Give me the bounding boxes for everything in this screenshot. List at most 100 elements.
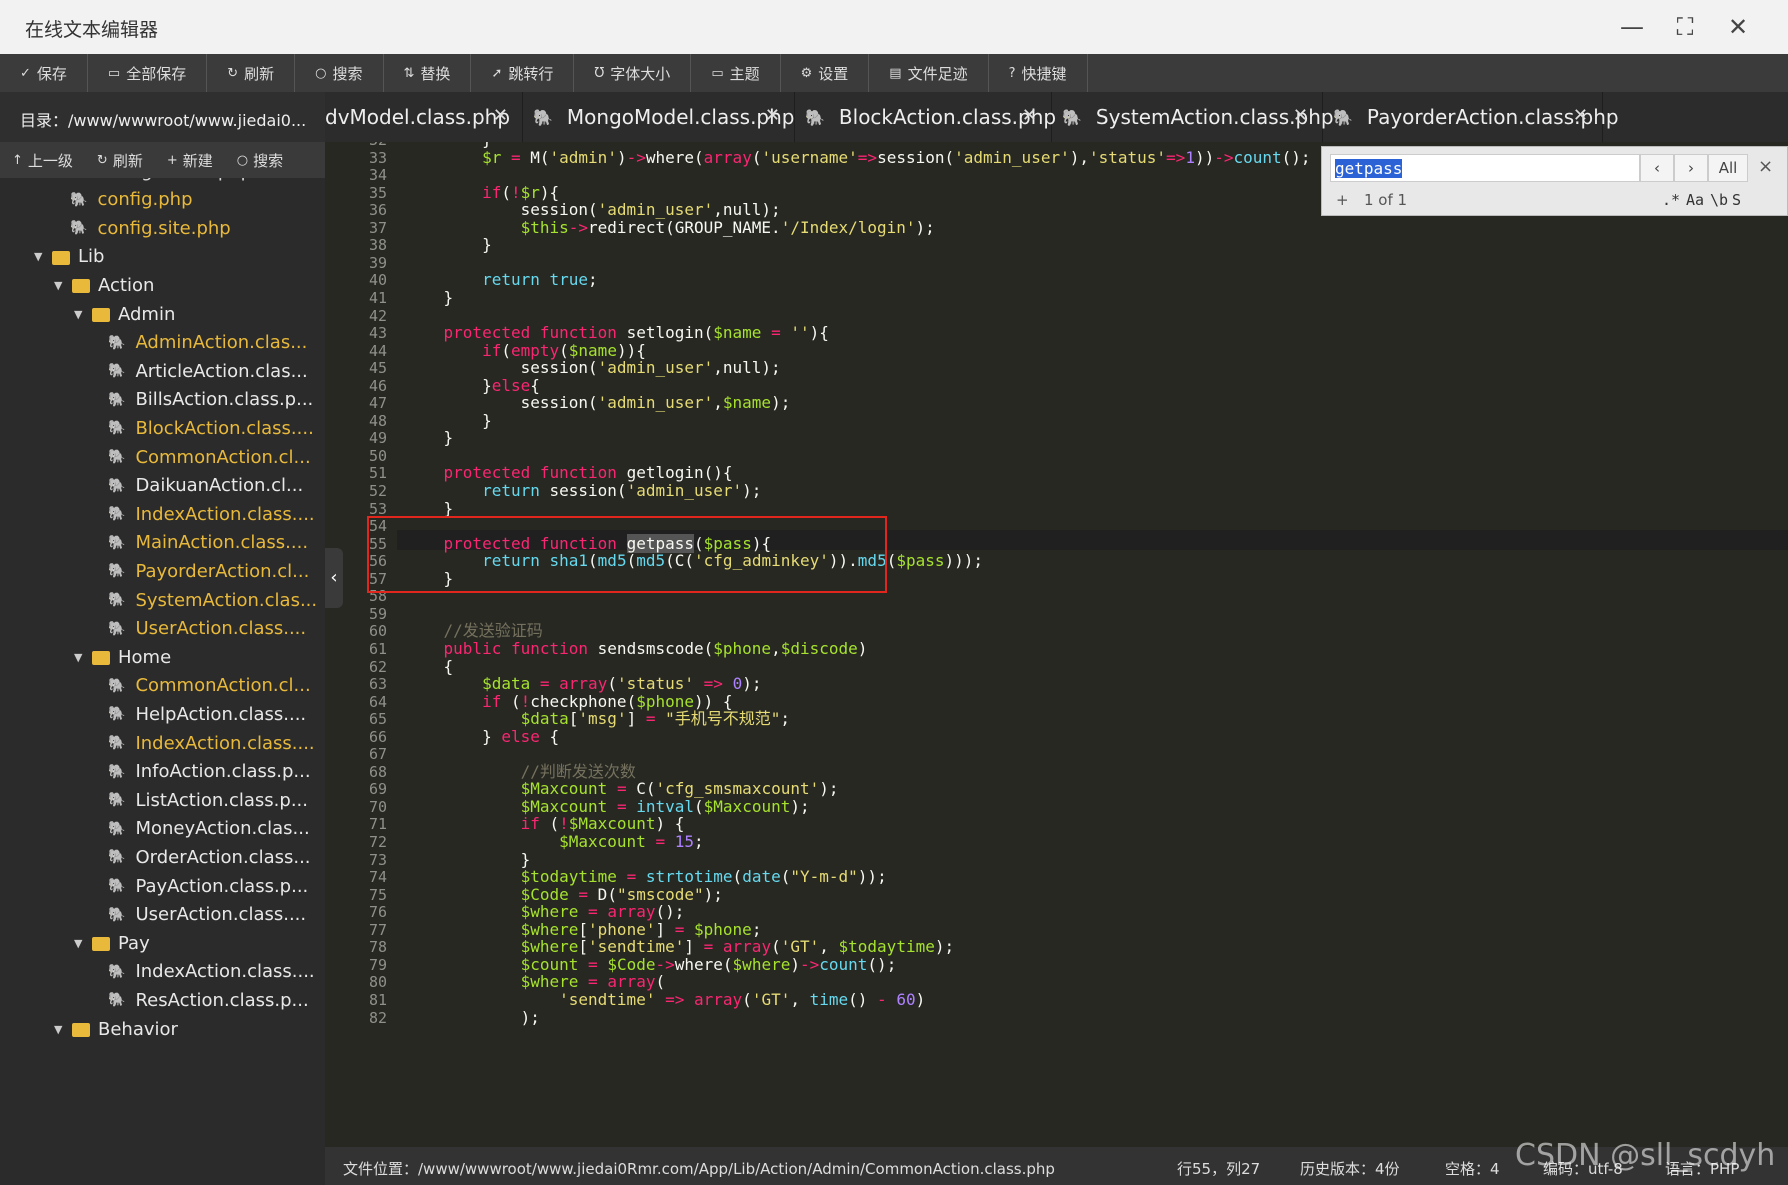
tree-item[interactable]: ▼ Lib [34, 242, 104, 272]
tree-item-label: Action [98, 274, 155, 296]
sidebar-search-button[interactable]: ○ 搜索 [225, 142, 295, 178]
tree-item[interactable]: 🐘 IndexAction.class.... [108, 499, 315, 529]
php-file-icon: 🐘 [108, 592, 126, 608]
case-sensitive-toggle[interactable]: Aa [1686, 191, 1704, 209]
toolbar-search-button[interactable]: ○ 搜索 [295, 54, 384, 92]
toolbar-font-size-button[interactable]: Ʊ 字体大小 [574, 54, 692, 92]
tree-item[interactable]: ▼ Home [74, 642, 171, 672]
expand-arrow-icon[interactable]: ▼ [34, 250, 52, 263]
toolbar-save-all-button[interactable]: ▭ 全部保存 [88, 54, 208, 92]
search-next-button[interactable]: › [1674, 154, 1708, 182]
search-prev-button[interactable]: ‹ [1640, 154, 1674, 182]
tree-item[interactable]: 🐘 AdminAction.clas... [108, 328, 307, 358]
tree-item[interactable]: 🐘 ListAction.class.p... [108, 785, 308, 815]
tree-item[interactable]: 🐘 CommonAction.cl... [108, 442, 311, 472]
search-input[interactable]: getpass [1330, 154, 1640, 182]
tree-item[interactable]: 🐘 config.php [70, 185, 193, 215]
toolbar-theme-button[interactable]: ▭ 主题 [691, 54, 781, 92]
tab-3[interactable]: 🐘 SystemAction.class.php ✕ [1052, 92, 1334, 142]
sidebar-up-label: 上一级 [27, 151, 73, 170]
tree-item[interactable]: 🐘 ArticleAction.clas... [108, 356, 308, 386]
tree-item[interactable]: ▼ Behavior [54, 1014, 178, 1044]
expand-arrow-icon[interactable]: ▼ [74, 308, 92, 321]
tree-item[interactable]: 🐘 HelpAction.class.... [108, 699, 306, 729]
folder-icon [92, 308, 110, 322]
tree-item[interactable]: 🐘 SystemAction.clas... [108, 585, 317, 615]
replace-toggle-button[interactable]: + [1336, 191, 1349, 209]
code-line[interactable]: } [405, 288, 454, 308]
toolbar-replace-button[interactable]: ⇅ 替换 [384, 54, 472, 92]
tab-close-icon[interactable]: ✕ [765, 105, 780, 126]
php-file-icon: 🐘 [805, 107, 825, 127]
sidebar-refresh-button[interactable]: ↻ 刷新 [85, 142, 155, 178]
cursor-position[interactable]: 行55，列27 [1177, 1158, 1260, 1179]
tab-2[interactable]: 🐘 BlockAction.class.php ✕ [795, 92, 1056, 142]
tree-item[interactable]: 🐘 BillsAction.class.p... [108, 385, 313, 415]
expand-arrow-icon[interactable]: ▼ [74, 937, 92, 950]
tree-item[interactable]: 🐘 DaikuanAction.cl... [108, 471, 303, 501]
toolbar-goto-line-button[interactable]: ➚ 跳转行 [471, 54, 575, 92]
php-file-icon: 🐘 [108, 563, 126, 580]
tree-item[interactable]: 🐘 IndexAction.class.... [108, 957, 315, 987]
minimize-button[interactable]: — [1612, 8, 1652, 46]
tab-close-icon[interactable]: ✕ [1573, 105, 1588, 126]
toolbar-save-button[interactable]: ✓ 保存 [0, 54, 88, 92]
maximize-button[interactable]: ⛶ [1665, 8, 1705, 46]
tree-item[interactable]: 🐘 ResAction.class.p... [108, 985, 309, 1015]
tree-item[interactable]: 🐘 PayorderAction.cl... [108, 556, 309, 586]
tree-item[interactable]: ▼ Pay [74, 928, 150, 958]
tree-item[interactable]: 🐘 CommonAction.cl... [108, 671, 311, 701]
tree-item[interactable]: 🐘 IndexAction.class.... [108, 728, 315, 758]
regex-toggle[interactable]: .* [1662, 191, 1680, 209]
code-area[interactable]: } $r = M('admin')->where(array('username… [397, 142, 1788, 1147]
code-line[interactable]: } else { [405, 727, 559, 747]
tree-item[interactable]: 🐘 MoneyAction.clas... [108, 814, 310, 844]
tree-item[interactable]: ▼ Action [54, 270, 154, 300]
expand-arrow-icon[interactable]: ▼ [54, 279, 72, 292]
sidebar-new-button[interactable]: + 新建 [155, 142, 225, 178]
tree-item[interactable]: 🐘 OrderAction.class... [108, 842, 311, 872]
collapse-sidebar-icon[interactable]: ‹ [325, 548, 343, 608]
search-close-button[interactable]: × [1758, 156, 1773, 177]
tree-item[interactable]: ▼ Admin [74, 299, 175, 329]
tree-item[interactable]: 🐘 UserAction.class.... [108, 900, 306, 930]
search-all-button[interactable]: All [1708, 154, 1748, 182]
sidebar-up-button[interactable]: ↑ 上一级 [0, 142, 85, 178]
code-editor[interactable]: 3233343536373839404142434445464748495051… [325, 142, 1788, 1147]
toolbar-shortcuts-button[interactable]: ? 快捷键 [989, 54, 1088, 92]
toolbar-settings-button[interactable]: ⚙ 设置 [781, 54, 870, 92]
in-selection-toggle[interactable]: S [1732, 191, 1741, 209]
folder-icon [92, 937, 110, 952]
tree-item[interactable]: 🐘 config.site.php [70, 213, 231, 243]
tab-4[interactable]: 🐘 PayorderAction.class.php ✕ [1323, 92, 1619, 142]
code-line[interactable]: return session('admin_user'); [405, 481, 761, 501]
toolbar-file-history-button[interactable]: ▤ 文件足迹 [869, 54, 989, 92]
expand-arrow-icon[interactable]: ▼ [54, 1023, 72, 1036]
tree-item[interactable]: 🐘 BlockAction.class.... [108, 413, 314, 443]
tab-0[interactable]: dvModel.class.php ✕ [325, 92, 523, 142]
code-line[interactable]: } [405, 428, 454, 448]
indent-setting[interactable]: 空格：4 [1445, 1158, 1500, 1179]
close-window-button[interactable]: ✕ [1718, 8, 1758, 46]
folder-icon [52, 250, 70, 265]
tree-item-label: HelpAction.class.... [135, 703, 307, 725]
tree-item[interactable]: 🐘 MainAction.class.... [108, 528, 308, 558]
main-toolbar: ✓ 保存 ▭ 全部保存 ↻ 刷新 ○ 搜索 ⇅ 替换 ➚ 跳转行 Ʊ 字体大小 ▭ 主题 ⚙ 设置 ▤ 文件足迹? 快捷… [0, 54, 1788, 92]
php-file-icon: 🐘 [108, 706, 126, 723]
sidebar-toolbar: ↑ 上一级 ↻ 刷新 + 新建 ○ 搜索 [0, 142, 325, 178]
code-line[interactable]: $r = M('admin')->where(array('username'=… [405, 148, 1311, 168]
tree-item[interactable]: 🐘 UserAction.class.... [108, 614, 306, 644]
code-line[interactable]: public function sendsmscode($phone,$disc… [405, 639, 868, 659]
tree-item[interactable]: 🐘 PayAction.class.p... [108, 871, 308, 901]
code-line[interactable]: ); [405, 1008, 540, 1028]
tab-1[interactable]: 🐘 MongoModel.class.php ✕ [523, 92, 795, 142]
tab-close-icon[interactable]: ✕ [493, 105, 508, 126]
tree-item[interactable]: 🐘 InfoAction.class.p... [108, 757, 311, 787]
whole-word-toggle[interactable]: \b [1710, 191, 1728, 209]
expand-arrow-icon[interactable]: ▼ [74, 651, 92, 664]
history-versions[interactable]: 历史版本：4份 [1300, 1158, 1400, 1179]
toolbar-refresh-button[interactable]: ↻ 刷新 [207, 54, 296, 92]
tab-close-icon[interactable]: ✕ [1293, 105, 1308, 126]
code-line[interactable]: } [405, 235, 492, 255]
tab-close-icon[interactable]: ✕ [1022, 105, 1037, 126]
